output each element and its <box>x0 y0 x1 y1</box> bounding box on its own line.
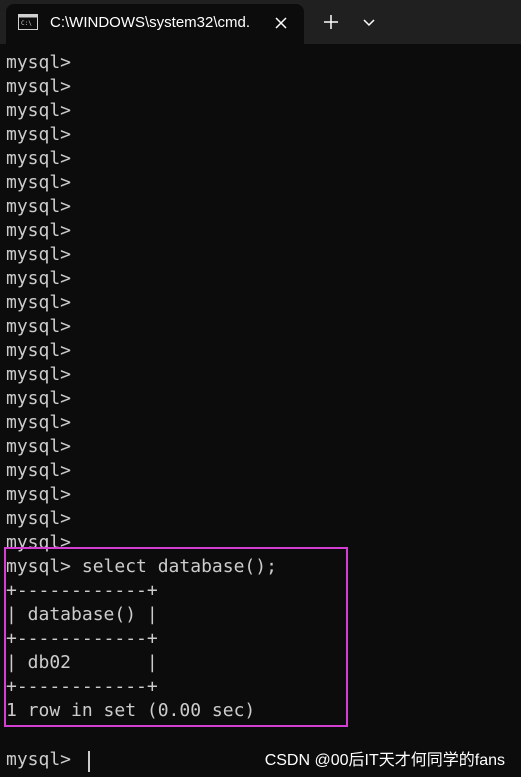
cmd-icon: C:\ <box>18 14 38 30</box>
terminal-line: mysql> <box>6 244 72 265</box>
svg-text:C:\: C:\ <box>21 20 32 27</box>
terminal-line: mysql> <box>6 292 72 313</box>
terminal-line: mysql> <box>6 364 72 385</box>
terminal-line: mysql> <box>6 340 72 361</box>
title-bar: C:\ C:\WINDOWS\system32\cmd. <box>0 0 521 44</box>
terminal-line: mysql> <box>6 268 72 289</box>
terminal-line: mysql> <box>6 412 72 433</box>
tab-cmd[interactable]: C:\ C:\WINDOWS\system32\cmd. <box>6 4 304 44</box>
terminal-line: mysql> <box>6 196 72 217</box>
terminal-line: mysql> <box>6 220 72 241</box>
terminal-line: mysql> <box>6 508 72 529</box>
terminal-line: mysql> <box>6 388 72 409</box>
chevron-down-icon[interactable] <box>358 13 380 33</box>
highlight-box <box>4 547 348 727</box>
terminal-line: mysql> <box>6 100 72 121</box>
terminal-window: C:\ C:\WINDOWS\system32\cmd. mysql> mysql… <box>0 0 521 777</box>
text-cursor <box>88 751 90 772</box>
terminal-line: mysql> <box>6 436 72 457</box>
watermark: CSDN @00后IT天才何同学的fans <box>264 752 505 769</box>
terminal-line: mysql> <box>6 172 72 193</box>
plus-icon[interactable] <box>320 11 342 33</box>
terminal-line: mysql> <box>6 148 72 169</box>
terminal-line: mysql> <box>6 484 72 505</box>
tab-title: C:\WINDOWS\system32\cmd. <box>50 14 251 31</box>
terminal-line: mysql> <box>6 76 72 97</box>
terminal-line: mysql> <box>6 316 72 337</box>
current-prompt[interactable]: mysql> <box>6 748 82 772</box>
terminal-line: mysql> <box>6 52 72 73</box>
terminal-line: mysql> <box>6 460 72 481</box>
terminal-line: mysql> <box>6 124 72 145</box>
close-icon[interactable] <box>270 12 292 34</box>
